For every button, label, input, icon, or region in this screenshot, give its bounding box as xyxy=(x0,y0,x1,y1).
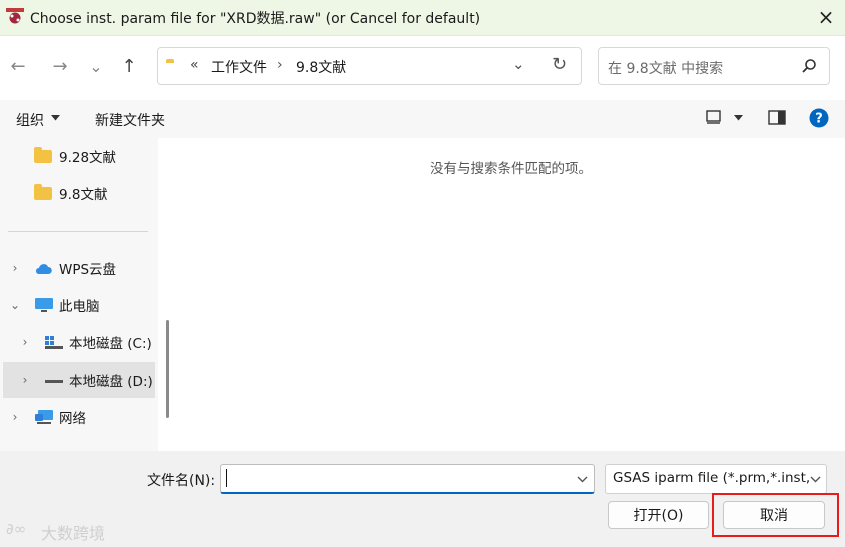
close-button[interactable]: × xyxy=(812,4,840,30)
search-input[interactable]: 在 9.8文献 中搜索 xyxy=(608,58,723,78)
folder-icon xyxy=(34,146,52,163)
chevron-down-icon[interactable] xyxy=(577,476,588,483)
sidebar-item-label: 9.28文献 xyxy=(59,150,117,166)
divider xyxy=(8,231,148,232)
chevron-down-icon: ⌄ xyxy=(89,56,103,76)
window-title: Choose inst. param file for "XRD数据.raw" … xyxy=(30,11,481,27)
breadcrumb-item-current[interactable]: 9.8文献 xyxy=(296,57,346,77)
forward-button[interactable]: → xyxy=(48,54,72,78)
sidebar-item-label: 此电脑 xyxy=(59,299,100,315)
caret-down-icon xyxy=(51,115,60,121)
new-folder-button[interactable]: 新建文件夹 xyxy=(95,110,165,130)
empty-results-message: 没有与搜索条件匹配的项。 xyxy=(430,161,592,177)
chevron-right-icon[interactable]: › xyxy=(18,373,32,387)
search-icon[interactable] xyxy=(801,58,817,74)
chevron-down-icon[interactable] xyxy=(810,476,821,483)
sidebar-item-network[interactable]: › 网络 xyxy=(8,402,86,432)
help-icon[interactable]: ? xyxy=(809,108,829,128)
drive-icon xyxy=(45,380,63,383)
system-drive-icon xyxy=(45,336,63,349)
sidebar-item-drive-c[interactable]: › 本地磁盘 (C:) xyxy=(18,327,152,357)
breadcrumb-overflow[interactable]: « xyxy=(190,57,199,73)
back-button[interactable]: ← xyxy=(6,54,30,78)
open-button-label: 打开(O) xyxy=(633,508,684,524)
up-button[interactable]: ↑ xyxy=(117,54,141,78)
breadcrumb-item-work-files[interactable]: 工作文件 xyxy=(211,57,267,77)
sidebar-item-folder-98[interactable]: 9.8文献 xyxy=(34,178,107,208)
address-history-dropdown-icon[interactable]: ⌄ xyxy=(512,55,525,73)
network-icon xyxy=(35,410,53,424)
navigation-pane-scrollbar[interactable] xyxy=(166,320,169,418)
open-button[interactable]: 打开(O) xyxy=(608,501,709,529)
cancel-button-label: 取消 xyxy=(760,508,788,524)
arrow-up-icon: ↑ xyxy=(121,55,137,77)
file-list[interactable] xyxy=(178,138,845,451)
sidebar-item-label: 本地磁盘 (D:) xyxy=(69,374,153,390)
preview-pane-icon[interactable] xyxy=(768,110,786,125)
organize-menu[interactable]: 组织 xyxy=(16,110,44,130)
filename-field[interactable] xyxy=(220,464,595,494)
svg-text:∂∞: ∂∞ xyxy=(6,520,26,538)
watermark-text: 大数跨境 xyxy=(41,524,106,543)
sidebar-item-label: WPS云盘 xyxy=(59,262,117,278)
chevron-right-icon[interactable]: › xyxy=(8,410,22,424)
breadcrumb-separator: › xyxy=(277,57,283,73)
sidebar-item-label: 网络 xyxy=(59,411,86,427)
recent-locations-button[interactable]: ⌄ xyxy=(84,54,108,78)
sidebar-item-label: 本地磁盘 (C:) xyxy=(69,336,152,352)
sidebar-item-drive-d[interactable]: › 本地磁盘 (D:) xyxy=(18,365,153,395)
chevron-down-icon[interactable]: ⌄ xyxy=(8,298,22,312)
sidebar-item-label: 9.8文献 xyxy=(59,187,108,203)
folder-icon xyxy=(34,183,52,200)
sidebar-item-this-pc[interactable]: ⌄ 此电脑 xyxy=(8,290,100,320)
view-options-icon[interactable] xyxy=(706,110,722,124)
refresh-icon[interactable]: ↻ xyxy=(552,54,567,75)
sidebar-item-wps-cloud[interactable]: › WPS云盘 xyxy=(8,253,116,283)
arrow-right-icon: → xyxy=(52,55,68,77)
arrow-left-icon: ← xyxy=(10,55,26,77)
close-icon: × xyxy=(817,5,835,29)
app-icon xyxy=(6,8,24,24)
chevron-right-icon[interactable]: › xyxy=(18,335,32,349)
cloud-icon xyxy=(36,264,52,274)
watermark-logo-icon: ∂∞ xyxy=(6,520,26,538)
file-type-filter-value[interactable]: GSAS iparm file (*.prm,*.inst, xyxy=(613,470,810,486)
chevron-right-icon[interactable]: › xyxy=(8,261,22,275)
computer-icon xyxy=(35,298,53,312)
svg-text:?: ? xyxy=(815,112,823,127)
sidebar-item-folder-928[interactable]: 9.28文献 xyxy=(34,141,116,171)
view-dropdown-icon[interactable] xyxy=(734,115,743,121)
text-cursor xyxy=(226,469,227,487)
cancel-button[interactable]: 取消 xyxy=(723,501,825,529)
filename-label: 文件名(N): xyxy=(147,473,216,489)
